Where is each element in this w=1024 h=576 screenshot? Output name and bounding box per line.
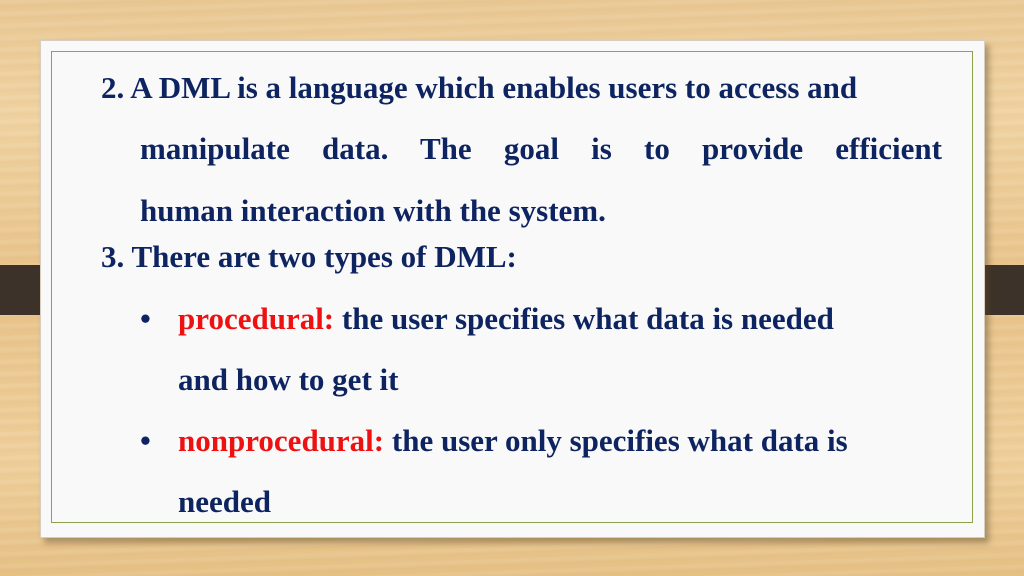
item2-line1: 2. A DML is a language which enables use… (101, 70, 858, 105)
bullet-icon: • (140, 301, 151, 336)
term-nonprocedural: nonprocedural: (178, 423, 385, 458)
nonprocedural-desc: the user only specifies what data is (384, 423, 848, 458)
procedural-desc: the user specifies what data is needed (334, 301, 834, 336)
bullet-icon: • (140, 423, 151, 458)
item2-line2: manipulate data. The goal is to provide … (140, 131, 942, 166)
bullet-nonprocedural-line2: needed (178, 484, 271, 519)
item2-line3: human interaction with the system. (140, 193, 606, 228)
term-procedural: procedural: (178, 301, 335, 336)
bullet-procedural-line2: and how to get it (178, 362, 399, 397)
item3-heading: 3. There are two types of DML: (101, 239, 517, 274)
bullet-nonprocedural-line1: nonprocedural: the user only specifies w… (178, 423, 848, 459)
bullet-procedural-line1: procedural: the user specifies what data… (178, 301, 834, 337)
